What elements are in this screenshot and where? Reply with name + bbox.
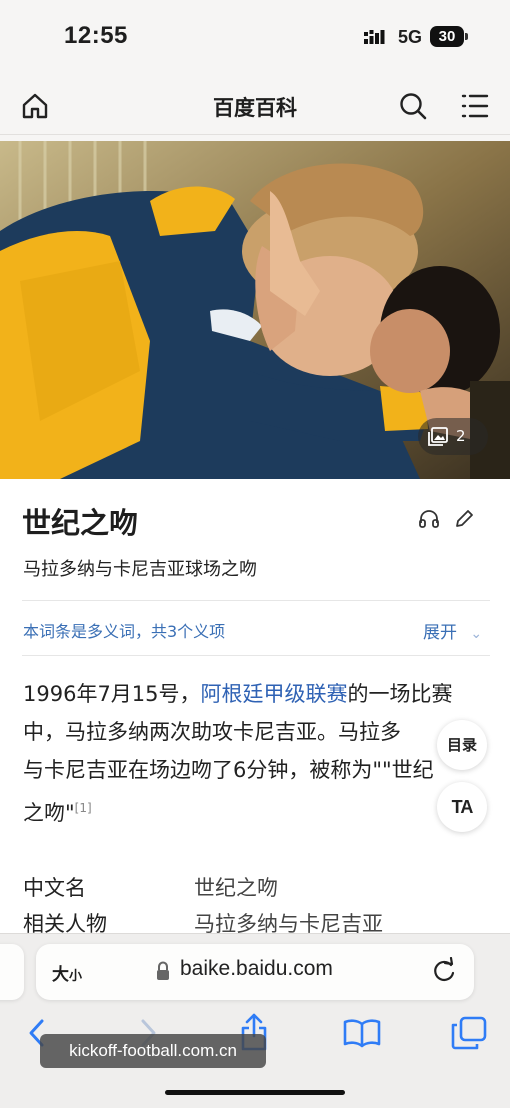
polysemy-note-link[interactable]: 本词条是多义词，共3个义项 bbox=[23, 618, 225, 642]
summary-text: 之吻" bbox=[23, 801, 75, 825]
summary-text: 1996年7月15号， bbox=[23, 682, 201, 706]
summary-line-4: 之吻"[1] bbox=[23, 790, 92, 831]
tabs-icon[interactable] bbox=[451, 1016, 487, 1050]
battery-tip bbox=[465, 33, 468, 40]
chevron-down-icon: ⌄ bbox=[470, 626, 483, 642]
divider bbox=[22, 600, 490, 601]
entry-subtitle: 马拉多纳与卡尼吉亚球场之吻 bbox=[23, 559, 257, 580]
table-of-contents-button[interactable]: 目录 bbox=[437, 720, 487, 770]
site-title: 百度百科 bbox=[213, 96, 297, 120]
home-indicator bbox=[165, 1090, 345, 1095]
cellular-signal-icon bbox=[364, 30, 385, 44]
summary-line-2: 中，马拉多纳两次助攻卡尼吉亚。马拉多 bbox=[23, 720, 401, 744]
summary-text: 的一场比赛 bbox=[347, 682, 453, 706]
battery-indicator: 30 bbox=[430, 26, 464, 47]
status-time: 12:55 bbox=[64, 22, 128, 49]
search-icon[interactable] bbox=[398, 91, 428, 121]
url-text: baike.baidu.com bbox=[180, 957, 333, 980]
gallery-count: 2 bbox=[456, 427, 466, 445]
bookmarks-icon[interactable] bbox=[343, 1018, 381, 1048]
lock-icon bbox=[157, 961, 169, 980]
summary-line-3: 与卡尼吉亚在场边吻了6分钟，被称为""世纪 bbox=[23, 758, 434, 782]
menu-icon[interactable] bbox=[460, 92, 490, 120]
text-size-button[interactable]: 大小 bbox=[52, 960, 82, 985]
info-value: 世纪之吻 bbox=[194, 876, 278, 900]
text-size-big: 大 bbox=[52, 965, 69, 985]
league-link[interactable]: 阿根廷甲级联赛 bbox=[201, 682, 348, 706]
summary-line-1: 1996年7月15号，阿根廷甲级联赛的一场比赛 bbox=[23, 676, 453, 712]
watermark: kickoff-football.com.cn bbox=[40, 1034, 266, 1068]
reload-icon[interactable] bbox=[430, 957, 458, 985]
text-adjust-button[interactable]: TA bbox=[437, 782, 487, 832]
edit-pencil-icon[interactable] bbox=[453, 508, 475, 530]
gallery-icon bbox=[428, 427, 448, 446]
previous-tab-pill[interactable] bbox=[0, 944, 24, 1000]
network-type: 5G bbox=[398, 27, 423, 47]
headphones-icon[interactable] bbox=[418, 508, 440, 530]
info-label: 中文名 bbox=[23, 876, 86, 900]
entry-title: 世纪之吻 bbox=[22, 506, 139, 540]
reference-marker[interactable]: [1] bbox=[75, 801, 92, 815]
text-size-small: 小 bbox=[69, 969, 83, 984]
expand-label: 展开 bbox=[423, 623, 457, 643]
divider bbox=[22, 655, 490, 656]
expand-senses-button[interactable]: 展开 ⌄ bbox=[423, 618, 482, 643]
